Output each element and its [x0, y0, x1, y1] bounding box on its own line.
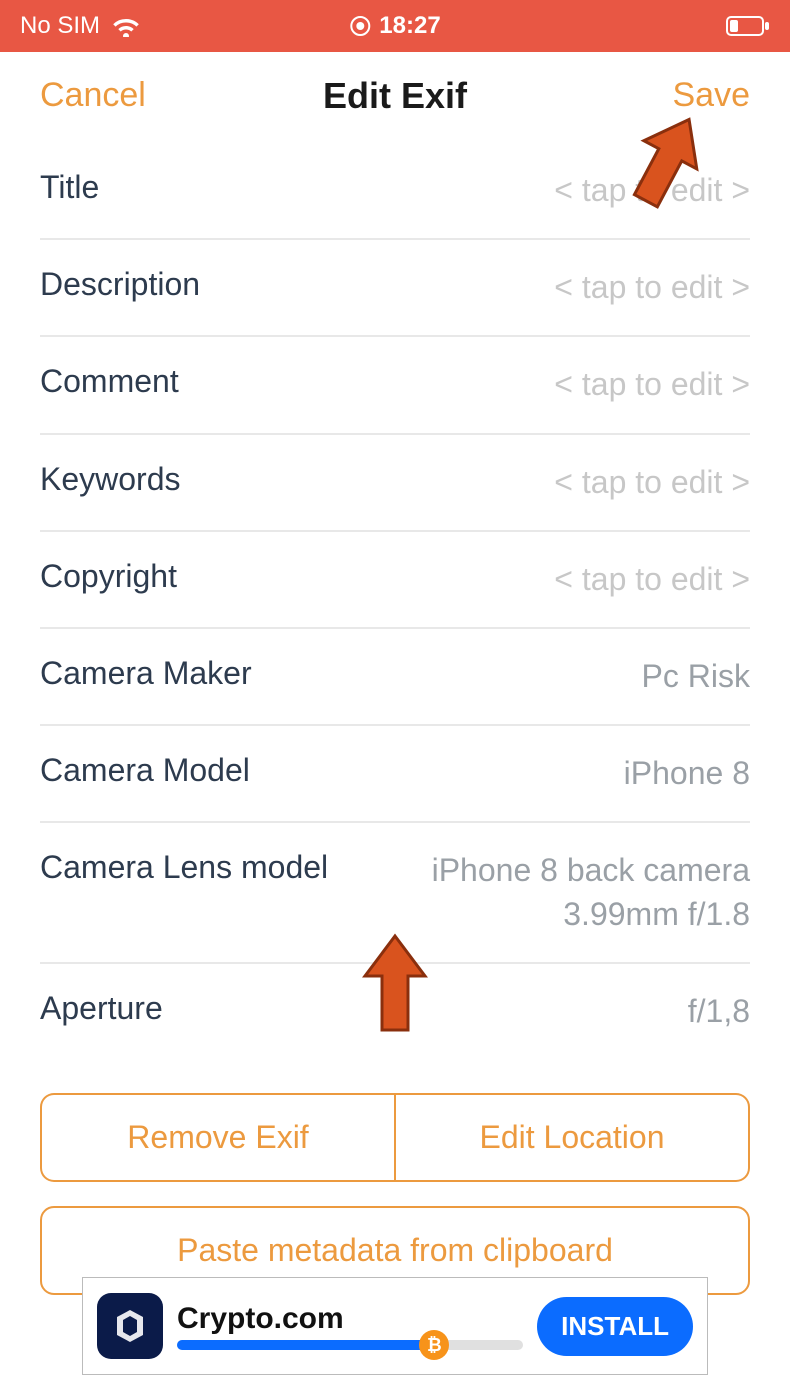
- field-label: Title: [40, 169, 99, 206]
- field-value: < tap to edit >: [119, 169, 750, 212]
- field-value: < tap to edit >: [199, 363, 750, 406]
- field-value: iPhone 8: [270, 752, 750, 795]
- ad-app-icon: [97, 1293, 163, 1359]
- field-label: Comment: [40, 363, 179, 400]
- field-copyright[interactable]: Copyright < tap to edit >: [40, 532, 750, 629]
- ad-content: Crypto.com ₿: [177, 1302, 523, 1350]
- carrier-text: No SIM: [20, 12, 100, 40]
- field-value: iPhone 8 back camera 3.99mm f/1.8: [348, 849, 750, 935]
- status-center: 18:27: [349, 12, 440, 40]
- action-buttons-row: Remove Exif Edit Location: [40, 1093, 750, 1182]
- field-value: < tap to edit >: [220, 266, 750, 309]
- field-label: Keywords: [40, 461, 181, 498]
- clock-time: 18:27: [379, 12, 440, 40]
- ad-title: Crypto.com: [177, 1302, 523, 1336]
- bitcoin-icon: ₿: [419, 1330, 449, 1360]
- ad-progress-bar: ₿: [177, 1340, 523, 1350]
- field-label: Camera Maker: [40, 655, 252, 692]
- field-label: Copyright: [40, 558, 177, 595]
- field-label: Camera Model: [40, 752, 250, 789]
- field-camera-maker[interactable]: Camera Maker Pc Risk: [40, 629, 750, 726]
- ad-install-button[interactable]: INSTALL: [537, 1297, 693, 1356]
- ad-banner[interactable]: Crypto.com ₿ INSTALL: [82, 1277, 708, 1375]
- nav-bar: Cancel Edit Exif Save: [0, 52, 790, 143]
- field-value: < tap to edit >: [197, 558, 750, 601]
- field-description[interactable]: Description < tap to edit >: [40, 240, 750, 337]
- field-camera-model[interactable]: Camera Model iPhone 8: [40, 726, 750, 823]
- field-label: Aperture: [40, 990, 163, 1027]
- wifi-icon: [112, 15, 140, 37]
- page-title: Edit Exif: [323, 75, 467, 117]
- remove-exif-button[interactable]: Remove Exif: [40, 1093, 395, 1182]
- ad-progress-fill: [177, 1340, 426, 1350]
- battery-icon: [726, 16, 770, 36]
- exif-fields: Title < tap to edit > Description < tap …: [0, 143, 790, 1059]
- edit-location-button[interactable]: Edit Location: [395, 1093, 750, 1182]
- save-button[interactable]: Save: [673, 76, 751, 115]
- field-label: Camera Lens model: [40, 849, 328, 886]
- status-left: No SIM: [20, 12, 140, 40]
- field-keywords[interactable]: Keywords < tap to edit >: [40, 435, 750, 532]
- field-label: Description: [40, 266, 200, 303]
- cancel-button[interactable]: Cancel: [40, 76, 146, 115]
- field-camera-lens[interactable]: Camera Lens model iPhone 8 back camera 3…: [40, 823, 750, 963]
- field-comment[interactable]: Comment < tap to edit >: [40, 337, 750, 434]
- status-right: [726, 16, 770, 36]
- field-value: < tap to edit >: [201, 461, 751, 504]
- status-bar: No SIM 18:27: [0, 0, 790, 52]
- record-icon: [349, 15, 371, 37]
- field-aperture[interactable]: Aperture f/1,8: [40, 964, 750, 1059]
- field-title[interactable]: Title < tap to edit >: [40, 143, 750, 240]
- field-value: f/1,8: [183, 990, 750, 1033]
- field-value: Pc Risk: [272, 655, 750, 698]
